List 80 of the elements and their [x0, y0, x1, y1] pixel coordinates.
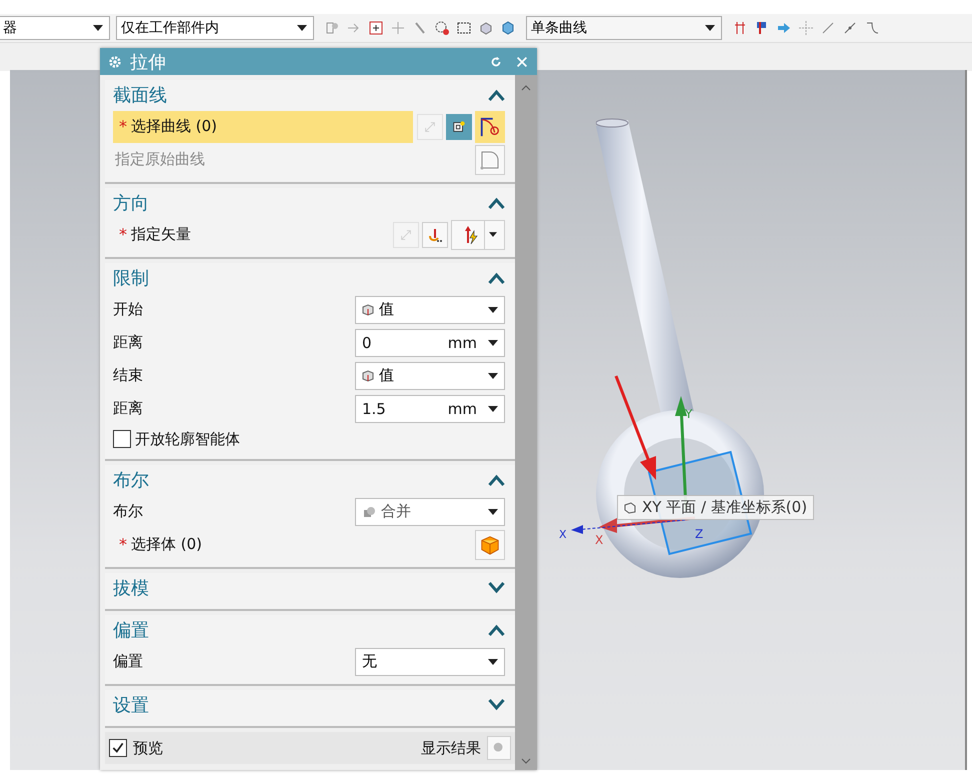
- scroll-down-icon[interactable]: [521, 758, 531, 764]
- caret-icon: [488, 658, 498, 664]
- vector-dropdown[interactable]: [451, 220, 505, 250]
- lasso-icon[interactable]: [434, 20, 450, 36]
- cube-icon: [362, 304, 374, 316]
- vector-dialog-button[interactable]: [422, 222, 448, 248]
- cube-icon: [479, 534, 501, 556]
- parallel-lines-icon[interactable]: [732, 20, 748, 36]
- filter-dropdown[interactable]: 仅在工作部件内: [116, 16, 314, 40]
- vector-icon: [427, 226, 443, 242]
- tooltip-text: XY 平面 / 基准坐标系(0): [642, 498, 808, 517]
- curve-button[interactable]: [475, 110, 505, 142]
- row-label: 选择曲线 (0): [131, 117, 218, 136]
- required-mark: *: [119, 225, 127, 244]
- checkbox-label: 预览: [133, 738, 163, 758]
- row-label: 指定原始曲线: [115, 150, 205, 169]
- caret-icon: [93, 25, 103, 31]
- dialog-title: 拉伸: [130, 50, 167, 74]
- row-label: 开始: [113, 300, 143, 319]
- filter-dropdown[interactable]: 单条曲线: [526, 16, 722, 40]
- caret-icon[interactable]: [488, 340, 498, 346]
- show-result-label: 显示结果: [421, 738, 481, 758]
- option-dropdown[interactable]: 无: [355, 648, 505, 676]
- required-mark: *: [119, 117, 127, 136]
- checkbox-label: 开放轮廓智能体: [135, 430, 240, 448]
- caret-icon: [488, 306, 498, 312]
- reverse-icon: [399, 228, 413, 242]
- plane-icon: [624, 502, 636, 514]
- selection-field[interactable]: * 选择体 (0): [113, 528, 471, 560]
- row-label: 指定矢量: [131, 225, 191, 244]
- section-header[interactable]: 偏置: [113, 615, 505, 645]
- row-label: 距离: [113, 333, 143, 352]
- cube-icon[interactable]: [500, 20, 516, 36]
- checkbox[interactable]: [113, 430, 131, 448]
- gear-icon[interactable]: [108, 54, 122, 68]
- selection-field[interactable]: * 选择曲线 (0): [113, 110, 413, 142]
- option-dropdown[interactable]: 值: [355, 362, 505, 390]
- curve-icon[interactable]: [864, 20, 880, 36]
- caret-icon: [705, 25, 715, 31]
- select-box-icon[interactable]: [368, 20, 384, 36]
- option-dropdown[interactable]: 合并: [355, 498, 505, 526]
- section-header[interactable]: 方向: [113, 188, 505, 218]
- line-icon[interactable]: [820, 20, 836, 36]
- section-header[interactable]: 布尔: [113, 465, 505, 495]
- row-label: 距离: [113, 399, 143, 418]
- sketch-icon: [452, 120, 466, 134]
- checkbox[interactable]: [109, 739, 127, 757]
- cube-icon: [362, 370, 374, 382]
- filter-dropdown[interactable]: 器: [0, 16, 110, 40]
- section-header[interactable]: 截面线: [113, 80, 505, 110]
- scroll-up-icon[interactable]: [521, 85, 531, 91]
- selection-field[interactable]: * 指定矢量: [113, 218, 389, 250]
- reverse-icon: [423, 120, 437, 134]
- distance-field[interactable]: 0 mm: [355, 328, 505, 356]
- required-mark: *: [119, 535, 127, 554]
- sketch-button[interactable]: [446, 114, 472, 140]
- reset-icon[interactable]: [489, 54, 503, 68]
- distance-field[interactable]: 1.5 mm: [355, 394, 505, 422]
- caret-icon[interactable]: [488, 406, 498, 412]
- scrollbar[interactable]: [515, 75, 537, 770]
- move-icon[interactable]: [798, 20, 814, 36]
- row-label: 偏置: [113, 652, 143, 671]
- line-icon[interactable]: [842, 20, 858, 36]
- row-label: 选择体 (0): [131, 535, 202, 554]
- point-icon[interactable]: [390, 20, 406, 36]
- option-dropdown[interactable]: 值: [355, 296, 505, 324]
- body-button[interactable]: [475, 530, 505, 560]
- caret-icon: [488, 372, 498, 378]
- caret-icon: [488, 508, 498, 514]
- cube-icon[interactable]: [478, 20, 494, 36]
- close-icon[interactable]: [515, 54, 529, 68]
- row-label: 布尔: [113, 502, 143, 521]
- arrow-icon[interactable]: [776, 20, 792, 36]
- caret-icon: [488, 232, 496, 237]
- section-header[interactable]: 限制: [113, 263, 505, 293]
- curve-icon: [479, 116, 501, 138]
- unite-icon: [362, 504, 376, 518]
- row-label: 结束: [113, 366, 143, 385]
- box-select-icon[interactable]: [456, 20, 472, 36]
- caret-icon: [297, 25, 307, 31]
